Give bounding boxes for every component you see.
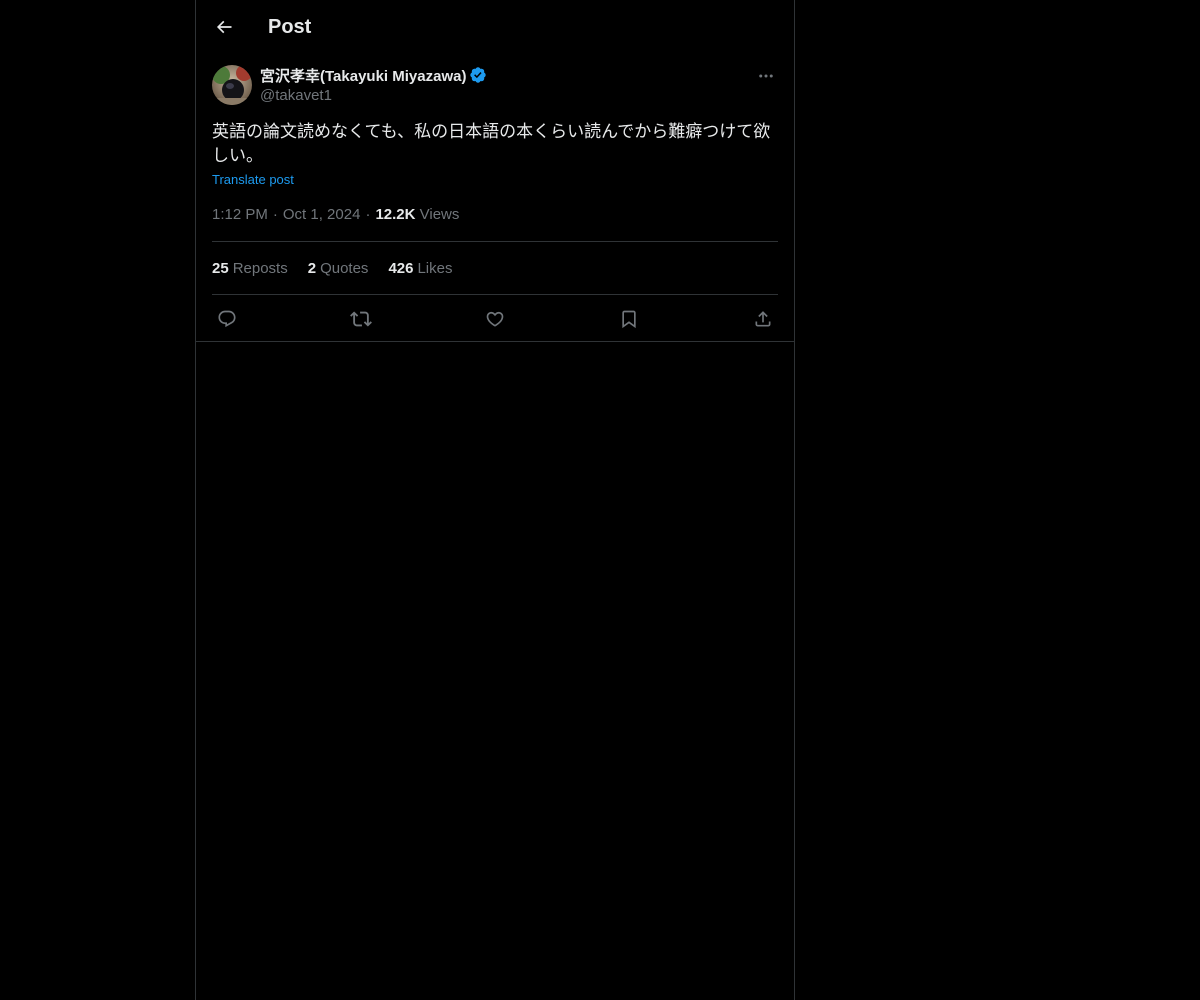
bookmark-icon bbox=[619, 309, 639, 329]
page-title: Post bbox=[268, 16, 312, 38]
meta-separator: · bbox=[272, 206, 278, 223]
post-detail: 宮沢孝幸(Takayuki Miyazawa) @takavet1 英語の論文読… bbox=[212, 64, 778, 342]
reposts-label: Reposts bbox=[232, 259, 288, 277]
back-button[interactable] bbox=[208, 11, 240, 43]
like-button[interactable] bbox=[484, 308, 506, 330]
author-row: 宮沢孝幸(Takayuki Miyazawa) @takavet1 bbox=[212, 64, 778, 106]
views-count: 12.2K bbox=[375, 206, 416, 223]
post-date[interactable]: Oct 1, 2024 bbox=[283, 206, 361, 223]
more-button[interactable] bbox=[754, 64, 778, 88]
meta-separator: · bbox=[365, 206, 371, 223]
more-horizontal-icon bbox=[757, 67, 775, 85]
heart-icon bbox=[485, 309, 505, 329]
post-text: 英語の論文読めなくても、私の日本語の本くらい読んでから難癖つけて欲しい。 bbox=[212, 122, 771, 165]
avatar[interactable] bbox=[212, 65, 252, 105]
share-button[interactable] bbox=[752, 308, 774, 330]
repost-button[interactable] bbox=[350, 308, 372, 330]
likes-label: Likes bbox=[417, 259, 453, 277]
quotes-stat[interactable]: 2 Quotes bbox=[308, 260, 369, 277]
quotes-count: 2 bbox=[307, 259, 317, 277]
translate-post-link[interactable]: Translate post bbox=[212, 172, 294, 187]
reply-icon bbox=[217, 309, 237, 329]
likes-count: 426 bbox=[388, 259, 414, 277]
quotes-label: Quotes bbox=[320, 259, 369, 277]
author-handle[interactable]: @takavet1 bbox=[260, 86, 487, 106]
arrow-left-icon bbox=[214, 17, 234, 37]
share-icon bbox=[753, 309, 773, 329]
likes-stat[interactable]: 426 Likes bbox=[388, 260, 452, 277]
author-name-block: 宮沢孝幸(Takayuki Miyazawa) @takavet1 bbox=[260, 64, 487, 106]
post-header: Post bbox=[196, 0, 794, 54]
post-meta: 1:12 PM · Oct 1, 2024 · 12.2K Views bbox=[212, 205, 778, 225]
repost-icon bbox=[350, 308, 372, 330]
post-actions bbox=[212, 295, 778, 342]
post-time[interactable]: 1:12 PM bbox=[212, 206, 268, 223]
reposts-count: 25 bbox=[212, 259, 229, 277]
author-display-name[interactable]: 宮沢孝幸(Takayuki Miyazawa) bbox=[260, 65, 466, 86]
engagement-stats: 25 Reposts 2 Quotes 426 Likes bbox=[212, 242, 778, 294]
views-label: Views bbox=[419, 206, 460, 223]
post-bottom-border bbox=[196, 341, 794, 342]
bookmark-button[interactable] bbox=[618, 308, 640, 330]
reposts-stat[interactable]: 25 Reposts bbox=[212, 260, 288, 277]
verified-badge-icon[interactable] bbox=[469, 66, 487, 84]
primary-column: Post 宮沢孝幸(Takayuki Miyazawa) @takavet1 英… bbox=[195, 0, 795, 1000]
reply-button[interactable] bbox=[216, 308, 238, 330]
